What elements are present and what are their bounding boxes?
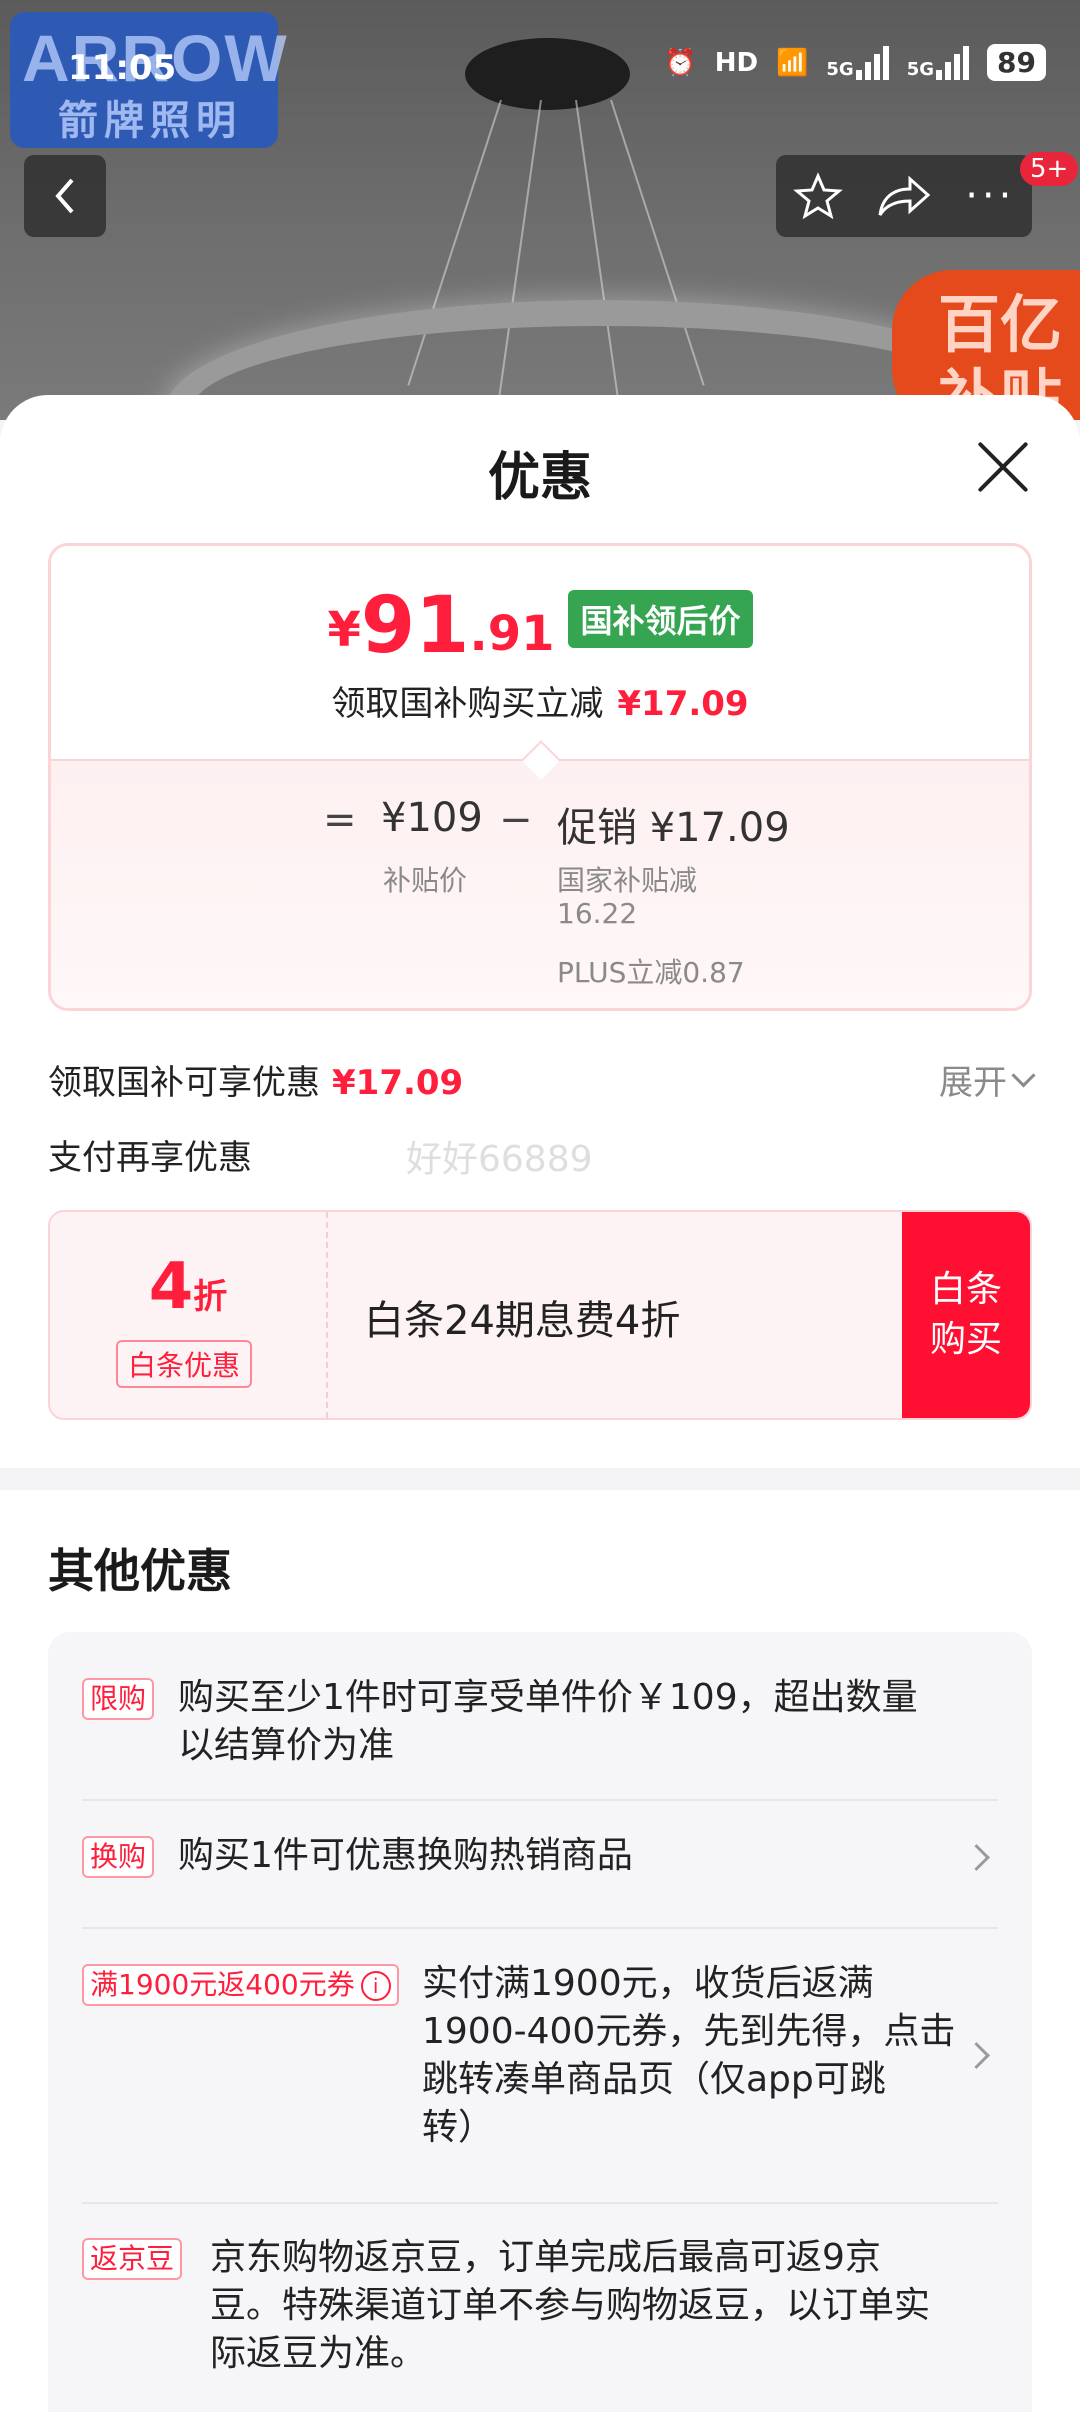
offer-text-line: 购买至少1件时可享受单件价￥109，超出数量 [178,1677,918,1718]
other-offers-list: 限购 购买至少1件时可享受单件价￥109，超出数量 以结算价为准 换购 购买1件… [48,1632,1032,2412]
offer-text-line: 豆。特殊渠道订单不参与购物返豆，以订单实 [210,2285,931,2326]
price-breakdown: = ¥109 补贴价 − 促销 ¥17.09 国家补贴减 16.22 PLUS立… [51,759,1029,1008]
chevron-right-icon [963,1844,990,1871]
baitiao-buy-button[interactable]: 白条 购买 [902,1212,1030,1418]
baitiao-tag: 白条优惠 [116,1340,253,1388]
section-separator [0,1468,1080,1490]
offer-text-line: 际返豆为准。 [210,2333,427,2374]
status-time: 11:05 [68,48,177,88]
top-actions: ··· [776,155,1032,237]
baitiao-discount-block: 4折 白条优惠 [50,1212,328,1418]
chevron-right-icon [963,2042,990,2069]
offer-tag: 满1900元返400元券 i [82,1964,399,2006]
discount-sheet: 优惠 ¥ 91 .91 国补领后价 领取国补购买立减 ¥17.09 = ¥109 … [0,395,1080,2412]
offer-item-cashback-coupon[interactable]: 满1900元返400元券 i 实付满1900元，收货后返满 1900-400元券，… [82,1960,998,2160]
offer-tag-label: 满1900元返400元券 [90,1968,355,2001]
subsidy-row: 领取国补可享优惠 ¥17.09 [48,1055,463,1104]
final-price: ¥ 91 .91 国补领后价 [51,586,1029,666]
price-subtitle-amount: ¥17.09 [617,684,749,724]
back-arrow-icon [55,178,74,214]
baitiao-offer-card[interactable]: 4折 白条优惠 白条24期息费4折 白条 购买 [48,1210,1032,1420]
expand-button[interactable]: 展开 [939,1055,1036,1104]
baitiao-discount-number: 4 [148,1250,194,1324]
battery-indicator: 89 [987,44,1046,81]
sheet-title: 优惠 [487,448,592,508]
offer-text-line: 以结算价为准 [178,1725,395,1766]
offer-text-line: 跳转凑单商品页（仅app可跳 [422,2059,886,2100]
promo-detail-plus: PLUS立减0.87 [557,956,745,989]
more-icon[interactable]: ··· [965,176,1015,216]
base-price-value: ¥109 [381,795,483,841]
price-subtitle: 领取国补购买立减 ¥17.09 [51,676,1029,725]
equals-sign: = [323,797,357,843]
price-currency: ¥ [327,602,361,658]
offer-text-line: 转） [422,2107,495,2148]
offer-text-line: 实付满1900元，收货后返满 [422,1963,874,2004]
baitiao-discount: 4折 [50,1250,326,1324]
offer-text: 实付满1900元，收货后返满 1900-400元券，先到先得，点击 跳转凑单商品… [422,1960,955,2152]
subsidy-amount: ¥17.09 [332,1063,464,1103]
price-integer: 91 [360,581,470,671]
offer-item-jd-beans: 返京豆 京东购物返京豆，订单完成后最高可返9京 豆。特殊渠道订单不参与购物返豆，… [82,2234,998,2384]
divider [82,2202,998,2204]
hd-icon: HD [714,47,759,78]
wifi-icon: 📶 [776,47,809,78]
baitiao-discount-unit: 折 [193,1277,228,1317]
base-price-label: 补贴价 [383,864,468,897]
promo-detail-national-amount: 16.22 [557,897,638,930]
alarm-icon: ⏰ [664,47,697,78]
baitiao-buy-line1: 白条 [929,1269,1002,1310]
price-subtitle-text: 领取国补购买立减 [331,684,604,724]
other-offers-title: 其他优惠 [48,1544,232,1598]
offer-text: 京东购物返京豆，订单完成后最高可返9京 豆。特殊渠道订单不参与购物返豆，以订单实… [210,2234,930,2378]
cell-signal-1: 5G [826,45,889,80]
divider [82,1799,998,1801]
watermark: 好好66889 [406,1139,593,1180]
offer-tag: 限购 [82,1678,155,1720]
expand-label: 展开 [939,1063,1007,1103]
lamp-canopy [465,38,630,110]
price-card: ¥ 91 .91 国补领后价 领取国补购买立减 ¥17.09 = ¥109 补贴价… [48,543,1032,1011]
product-image-background: ARROW 箭牌照明 11:05 ⏰ HD 📶 5G 5G 89 ··· 5+ … [0,0,1080,420]
share-icon[interactable] [876,173,932,219]
price-summary: ¥ 91 .91 国补领后价 领取国补购买立减 ¥17.09 [51,546,1029,760]
offer-text: 购买至少1件时可享受单件价￥109，超出数量 以结算价为准 [178,1674,918,1770]
offer-tag: 返京豆 [82,2238,183,2280]
price-badge: 国补领后价 [568,590,753,648]
close-icon[interactable] [975,439,1031,495]
price-decimal: .91 [469,606,555,662]
promo-value: 促销 ¥17.09 [557,805,790,851]
offer-text-line: 1900-400元券，先到先得，点击 [422,2011,956,2052]
minus-sign: − [499,797,533,843]
baitiao-description: 白条24期息费4折 [364,1298,681,1344]
offer-item-exchange[interactable]: 换购 购买1件可优惠换购热销商品 [82,1832,998,1892]
chevron-down-icon [1011,1063,1036,1088]
offer-item-purchase-limit: 限购 购买至少1件时可享受单件价￥109，超出数量 以结算价为准 [82,1674,998,1774]
status-bar-icons: ⏰ HD 📶 5G 5G 89 [664,44,1046,81]
info-icon[interactable]: i [360,1971,391,2001]
cell-signal-2: 5G [907,45,970,80]
offer-text-line: 京东购物返京豆，订单完成后最高可返9京 [210,2237,881,2278]
offer-tag: 换购 [82,1836,155,1878]
favorite-star-icon[interactable] [792,171,843,221]
offer-text: 购买1件可优惠换购热销商品 [178,1835,633,1876]
pay-discount-title: 支付再享优惠 [48,1138,252,1178]
back-button[interactable] [24,155,106,237]
baitiao-buy-line2: 购买 [929,1319,1002,1360]
brand-logo-cn: 箭牌照明 [58,99,242,143]
subsidy-label: 领取国补可享优惠 [48,1063,320,1103]
notification-badge: 5+ [1020,152,1079,186]
promo-detail-national: 国家补贴减 [557,864,698,897]
divider [82,1927,998,1929]
